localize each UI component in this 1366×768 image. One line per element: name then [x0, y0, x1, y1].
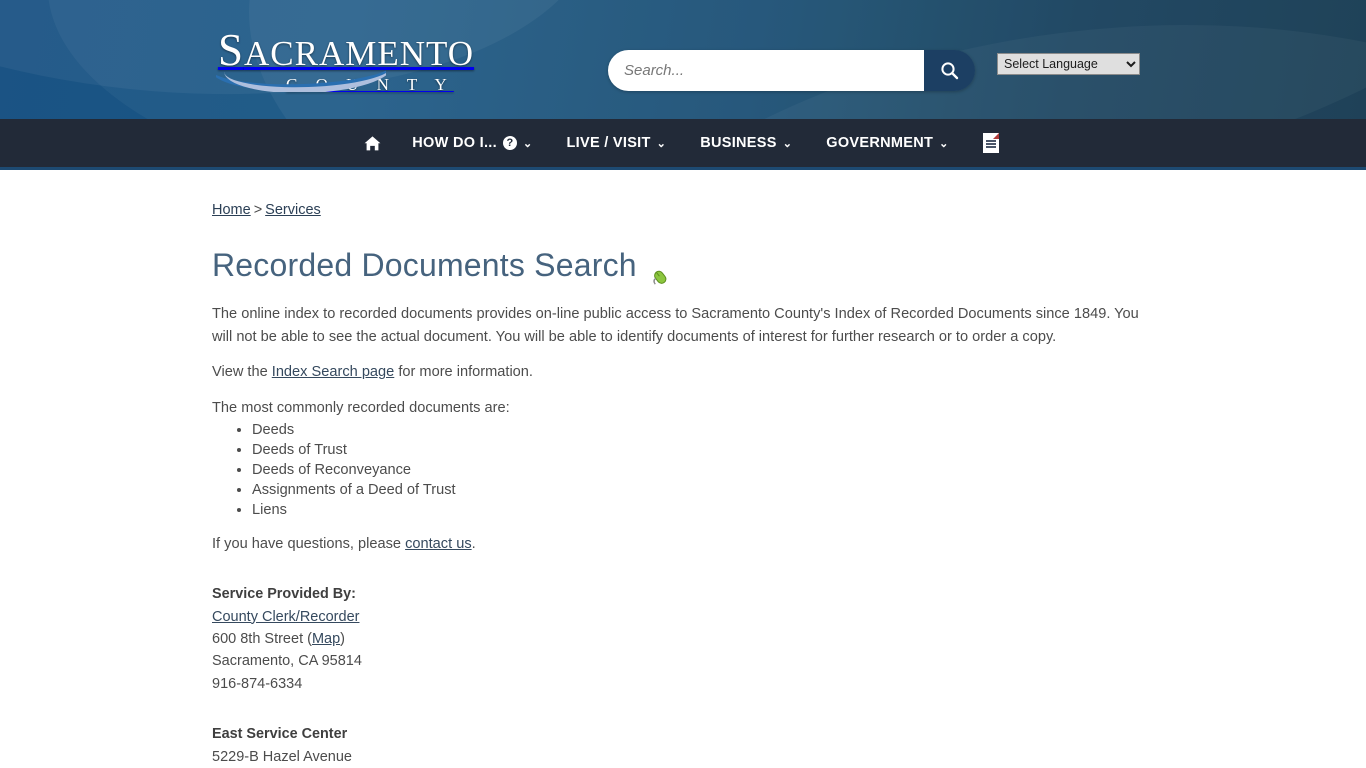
list-item: Deeds of Reconveyance: [252, 460, 1142, 480]
index-search-prefix: View the: [212, 364, 272, 381]
nav-item-how-do-i[interactable]: HOW DO I... ? ⌄: [395, 118, 549, 169]
questions-suffix: .: [471, 535, 476, 552]
questions-prefix: If you have questions, please: [212, 535, 406, 552]
service-provided-by-section: Service Provided By: County Clerk/Record…: [212, 583, 1142, 695]
index-search-line: View the Index Search page for more info…: [212, 361, 1142, 384]
search-button[interactable]: [924, 50, 975, 91]
east-service-center-section: East Service Center 5229-B Hazel Avenue …: [212, 723, 1142, 768]
site-header: SACRAMENTO C O U N T Y Select Language: [0, 0, 1366, 119]
main-navigation: HOW DO I... ? ⌄ LIVE / VISIT ⌄ BUSINESS …: [0, 119, 1366, 170]
questions-line: If you have questions, please contact us…: [212, 533, 1142, 556]
east-service-center-heading: East Service Center: [212, 726, 348, 743]
search-input[interactable]: [608, 50, 924, 91]
page-title-text: Recorded Documents Search: [212, 247, 637, 283]
online-service-mouse-icon: [649, 259, 669, 285]
nav-item-business[interactable]: BUSINESS ⌄: [683, 118, 809, 169]
home-icon: [364, 135, 381, 150]
county-clerk-recorder-link[interactable]: County Clerk/Recorder: [212, 609, 359, 625]
nav-item-label: BUSINESS: [700, 134, 777, 151]
chevron-down-icon: ⌄: [656, 137, 667, 150]
nav-item-label: HOW DO I...: [412, 134, 497, 151]
page-main: Home > Services Recorded Documents Search …: [0, 170, 1366, 768]
east-center-street: 5229-B Hazel Avenue: [212, 748, 353, 765]
search-icon: [941, 62, 959, 80]
index-search-page-link[interactable]: Index Search page: [272, 364, 395, 380]
provider-link-row: County Clerk/Recorder: [212, 606, 1142, 628]
document-types-list: Deeds Deeds of Trust Deeds of Reconveyan…: [212, 420, 1142, 520]
chevron-down-icon: ⌄: [522, 137, 533, 150]
street-prefix: 600 8th Street (: [212, 630, 312, 647]
content-column: Home > Services Recorded Documents Search …: [212, 170, 1142, 768]
list-intro: The most commonly recorded documents are…: [212, 399, 510, 416]
document-icon: [982, 133, 999, 153]
site-logo[interactable]: SACRAMENTO C O U N T Y: [212, 28, 480, 94]
breadcrumb: Home > Services: [212, 202, 1142, 218]
service-provided-by-heading: Service Provided By:: [212, 586, 356, 603]
nav-item-label: GOVERNMENT: [826, 134, 934, 151]
provider-city-state-zip: Sacramento, CA 95814: [212, 653, 362, 670]
provider-street-row: 600 8th Street (Map): [212, 628, 1142, 650]
help-circle-icon: ?: [502, 136, 517, 150]
nav-item-home[interactable]: [350, 118, 395, 169]
chevron-down-icon: ⌄: [782, 137, 793, 150]
list-item: Deeds: [252, 420, 1142, 440]
logo-swoosh-icon: [216, 66, 386, 92]
list-item: Liens: [252, 500, 1142, 520]
page-title: Recorded Documents Search: [212, 247, 1142, 285]
intro-paragraph: The online index to recorded documents p…: [212, 306, 1139, 345]
language-select[interactable]: Select Language: [997, 53, 1140, 75]
breadcrumb-link-home[interactable]: Home: [212, 202, 251, 218]
nav-item-label: LIVE / VISIT: [566, 134, 651, 151]
breadcrumb-separator: >: [253, 202, 263, 218]
nav-item-live-visit[interactable]: LIVE / VISIT ⌄: [549, 118, 683, 169]
index-search-suffix: for more information.: [394, 364, 533, 381]
provider-phone: 916-874-6334: [212, 675, 303, 692]
list-item: Deeds of Trust: [252, 440, 1142, 460]
map-link[interactable]: Map: [312, 631, 340, 647]
street-suffix: ): [340, 630, 346, 647]
nav-item-government[interactable]: GOVERNMENT ⌄: [809, 118, 965, 169]
site-search: [608, 50, 975, 91]
contact-us-link[interactable]: contact us: [405, 536, 472, 552]
nav-item-documents[interactable]: [966, 118, 1016, 169]
list-item: Assignments of a Deed of Trust: [252, 480, 1142, 500]
breadcrumb-link-services[interactable]: Services: [265, 202, 321, 218]
chevron-down-icon: ⌄: [939, 137, 949, 150]
